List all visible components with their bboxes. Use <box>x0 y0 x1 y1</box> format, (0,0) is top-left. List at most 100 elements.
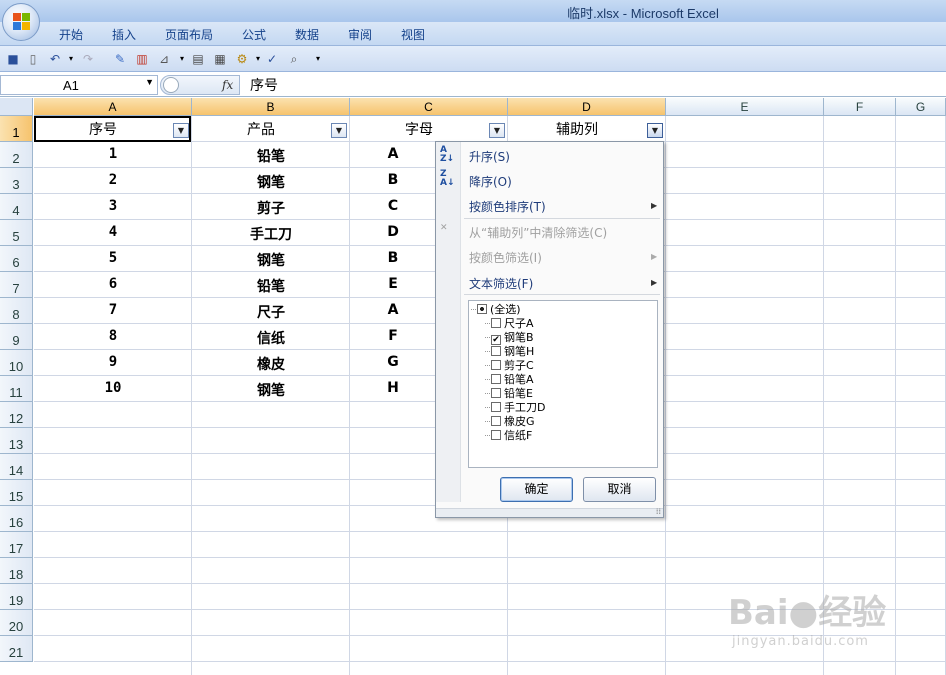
select-all-corner[interactable] <box>0 98 33 116</box>
checkbox-icon[interactable] <box>491 416 501 426</box>
header-cell-c[interactable]: 字母 <box>350 119 488 139</box>
checkbox-icon[interactable] <box>491 430 501 440</box>
new-document-icon[interactable]: ▯ <box>25 51 41 67</box>
pivot-icon[interactable]: ▦ <box>212 51 228 67</box>
chart-icon[interactable]: ▥ <box>134 51 150 67</box>
tab-formulas[interactable]: 公式 <box>242 26 266 43</box>
cell-b10[interactable]: 橡皮 <box>192 354 350 374</box>
border-dropdown-icon[interactable]: ▾ <box>174 51 190 67</box>
cell-b3[interactable]: 钢笔 <box>192 172 350 192</box>
filter-list-item[interactable]: 铅笔E <box>485 387 533 400</box>
filter-list-item[interactable]: 手工刀D <box>485 401 545 414</box>
menu-text-filter[interactable]: 文本筛选(F) <box>469 275 533 292</box>
cell-a9[interactable]: 8 <box>34 328 192 344</box>
tab-home[interactable]: 开始 <box>59 26 83 43</box>
redo-icon[interactable]: ↷ <box>80 51 96 67</box>
row-header-18[interactable]: 18 <box>0 558 33 584</box>
cell-b2[interactable]: 铅笔 <box>192 146 350 166</box>
cell-c3[interactable]: B <box>350 172 436 188</box>
customize-toolbar-icon[interactable]: ▾ <box>310 51 326 67</box>
filter-list-item[interactable]: 橡皮G <box>485 415 535 428</box>
cell-b4[interactable]: 剪子 <box>192 198 350 218</box>
row-header-21[interactable]: 21 <box>0 636 33 662</box>
checkbox-icon[interactable] <box>491 346 501 356</box>
cell-b7[interactable]: 铅笔 <box>192 276 350 296</box>
menu-sort-by-color[interactable]: 按颜色排序(T) <box>469 198 546 215</box>
cell-b11[interactable]: 钢笔 <box>192 380 350 400</box>
cell-a4[interactable]: 3 <box>34 198 192 214</box>
tab-view[interactable]: 视图 <box>401 26 425 43</box>
checkbox-icon[interactable] <box>491 374 501 384</box>
formula-input[interactable]: 序号 <box>250 75 278 95</box>
row-header-1[interactable]: 1 <box>0 116 33 142</box>
menu-sort-ascending[interactable]: 升序(S) <box>469 148 510 165</box>
cell-a11[interactable]: 10 <box>34 380 192 396</box>
spelling-icon[interactable]: ✓ <box>264 51 280 67</box>
row-header-10[interactable]: 10 <box>0 350 33 376</box>
resize-grip[interactable]: ⁞⁞ <box>436 507 663 517</box>
cell-a10[interactable]: 9 <box>34 354 192 370</box>
filter-values-list[interactable]: (全选) 尺子A ✔ 钢笔B 钢笔H 剪子C 铅笔A 铅笔E 手工刀D 橡皮G 信纸F <box>468 300 658 468</box>
cell-c7[interactable]: E <box>350 276 436 292</box>
filter-list-item[interactable]: 剪子C <box>485 359 534 372</box>
header-cell-b[interactable]: 产品 <box>192 119 330 139</box>
checkbox-icon[interactable] <box>491 402 501 412</box>
save-icon[interactable]: ■ <box>5 51 21 67</box>
menu-sort-descending[interactable]: 降序(O) <box>469 173 512 190</box>
cell-b8[interactable]: 尺子 <box>192 302 350 322</box>
row-header-7[interactable]: 7 <box>0 272 33 298</box>
tab-data[interactable]: 数据 <box>295 26 319 43</box>
row-header-5[interactable]: 5 <box>0 220 33 246</box>
filter-dropdown-button-c[interactable]: ▼ <box>489 123 505 138</box>
expand-icon[interactable] <box>163 77 179 93</box>
row-header-13[interactable]: 13 <box>0 428 33 454</box>
cell-a5[interactable]: 4 <box>34 224 192 240</box>
tab-page-layout[interactable]: 页面布局 <box>165 26 213 43</box>
checked-checkbox-icon[interactable]: ✔ <box>491 335 501 345</box>
cell-b9[interactable]: 信纸 <box>192 328 350 348</box>
row-header-12[interactable]: 12 <box>0 402 33 428</box>
row-header-11[interactable]: 11 <box>0 376 33 402</box>
column-header-d[interactable]: D <box>508 98 666 116</box>
filter-list-item[interactable]: ✔ 钢笔B <box>485 331 534 345</box>
row-header-3[interactable]: 3 <box>0 168 33 194</box>
cell-c4[interactable]: C <box>350 198 436 214</box>
row-header-2[interactable]: 2 <box>0 142 33 168</box>
column-header-b[interactable]: B <box>192 98 350 116</box>
cell-c2[interactable]: A <box>350 146 436 162</box>
filter-list-item[interactable]: 钢笔H <box>485 345 534 358</box>
cell-a2[interactable]: 1 <box>34 146 192 162</box>
checkbox-icon[interactable] <box>491 318 501 328</box>
name-box-dropdown-icon[interactable]: ▼ <box>145 77 154 87</box>
ok-button[interactable]: 确定 <box>500 477 573 502</box>
cell-a3[interactable]: 2 <box>34 172 192 188</box>
cell-a8[interactable]: 7 <box>34 302 192 318</box>
cell-a7[interactable]: 6 <box>34 276 192 292</box>
cell-c8[interactable]: A <box>350 302 436 318</box>
office-button[interactable] <box>2 3 40 41</box>
cell-c11[interactable]: H <box>350 380 436 396</box>
row-header-8[interactable]: 8 <box>0 298 33 324</box>
tab-insert[interactable]: 插入 <box>112 26 136 43</box>
format-painter-icon[interactable]: ✎ <box>112 51 128 67</box>
form-icon[interactable]: ▤ <box>190 51 206 67</box>
cell-c6[interactable]: B <box>350 250 436 266</box>
cell-c9[interactable]: F <box>350 328 436 344</box>
undo-icon[interactable]: ↶ <box>47 51 63 67</box>
row-header-6[interactable]: 6 <box>0 246 33 272</box>
filter-dropdown-button-b[interactable]: ▼ <box>331 123 347 138</box>
tab-review[interactable]: 审阅 <box>348 26 372 43</box>
border-icon[interactable]: ⊿ <box>156 51 172 67</box>
undo-dropdown-icon[interactable]: ▾ <box>63 51 79 67</box>
cell-b5[interactable]: 手工刀 <box>192 224 350 244</box>
row-header-9[interactable]: 9 <box>0 324 33 350</box>
filter-list-item[interactable]: 尺子A <box>485 317 534 330</box>
row-header-20[interactable]: 20 <box>0 610 33 636</box>
row-header-17[interactable]: 17 <box>0 532 33 558</box>
mixed-checkbox-icon[interactable] <box>477 304 487 314</box>
insert-function-button[interactable]: fx <box>222 78 233 92</box>
checkbox-icon[interactable] <box>491 360 501 370</box>
column-header-a[interactable]: A <box>34 98 192 116</box>
row-header-15[interactable]: 15 <box>0 480 33 506</box>
column-header-e[interactable]: E <box>666 98 824 116</box>
